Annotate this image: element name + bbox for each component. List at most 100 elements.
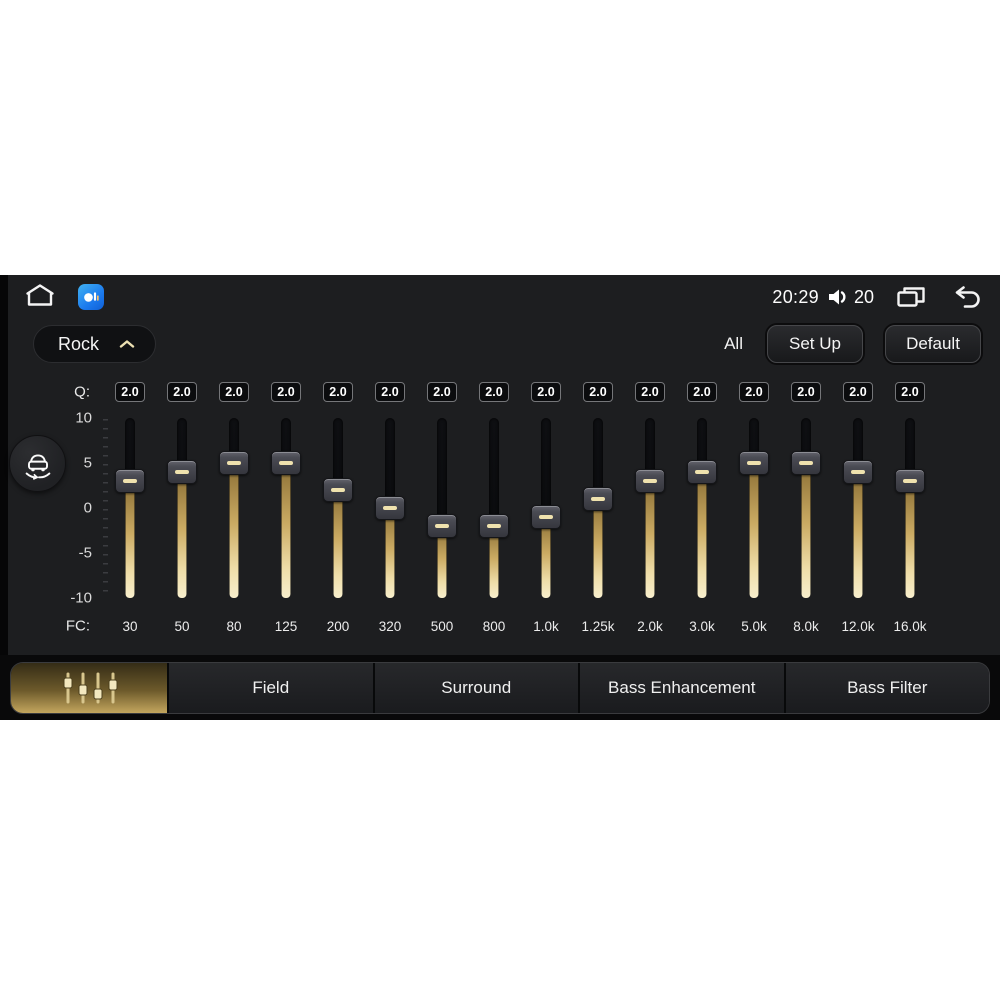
handle-dash bbox=[435, 524, 449, 528]
eq-band-slider[interactable] bbox=[323, 418, 353, 598]
q-value-box[interactable]: 2.0 bbox=[531, 382, 561, 402]
q-value-box[interactable]: 2.0 bbox=[479, 382, 509, 402]
handle-dash bbox=[175, 470, 189, 474]
q-value-box[interactable]: 2.0 bbox=[323, 382, 353, 402]
fc-frequency-label: 8.0k bbox=[793, 618, 819, 634]
eq-band-slider[interactable] bbox=[635, 418, 665, 598]
eq-band-slider[interactable] bbox=[895, 418, 925, 598]
eq-band-slider[interactable] bbox=[843, 418, 873, 598]
handle-dash bbox=[227, 461, 241, 465]
slider-handle[interactable] bbox=[531, 505, 561, 529]
handle-dash bbox=[331, 488, 345, 492]
status-bar: 20:29 20 bbox=[22, 282, 984, 312]
q-value-box[interactable]: 2.0 bbox=[427, 382, 457, 402]
q-value-box[interactable]: 2.0 bbox=[895, 382, 925, 402]
eq-band-slider[interactable] bbox=[583, 418, 613, 598]
slider-fill bbox=[905, 481, 915, 598]
car-sound-mode-button[interactable] bbox=[9, 435, 66, 492]
eq-band-slider[interactable] bbox=[739, 418, 769, 598]
eq-band-slider[interactable] bbox=[531, 418, 561, 598]
home-icon[interactable] bbox=[22, 282, 58, 313]
q-value-box[interactable]: 2.0 bbox=[739, 382, 769, 402]
slider-handle[interactable] bbox=[375, 496, 405, 520]
slider-handle[interactable] bbox=[687, 460, 717, 484]
q-value-box[interactable]: 2.0 bbox=[375, 382, 405, 402]
q-value-box[interactable]: 2.0 bbox=[791, 382, 821, 402]
set-up-button[interactable]: Set Up bbox=[767, 325, 863, 363]
q-value-box[interactable]: 2.0 bbox=[687, 382, 717, 402]
slider-fill bbox=[749, 463, 759, 598]
slider-handle[interactable] bbox=[271, 451, 301, 475]
eq-band-slider[interactable] bbox=[167, 418, 197, 598]
tab-field[interactable]: Field bbox=[167, 663, 373, 713]
handle-dash bbox=[383, 506, 397, 510]
q-value-box[interactable]: 2.0 bbox=[167, 382, 197, 402]
fc-frequency-label: 800 bbox=[482, 618, 506, 634]
slider-handle[interactable] bbox=[635, 469, 665, 493]
fc-frequency-label: 16.0k bbox=[893, 618, 927, 634]
status-bar-right: 20:29 20 bbox=[772, 284, 984, 310]
eq-band-slider[interactable] bbox=[115, 418, 145, 598]
default-button[interactable]: Default bbox=[885, 325, 981, 363]
music-app-icon[interactable] bbox=[78, 284, 104, 310]
slider-handle[interactable] bbox=[479, 514, 509, 538]
slider-handle[interactable] bbox=[895, 469, 925, 493]
back-icon[interactable] bbox=[952, 284, 984, 310]
gain-axis-label: 0 bbox=[83, 499, 92, 517]
slider-handle[interactable] bbox=[843, 460, 873, 484]
fc-frequency-label: 2.0k bbox=[637, 618, 663, 634]
slider-row: 10 5 0 -5 -10 bbox=[8, 410, 1000, 607]
gain-axis-label: 5 bbox=[83, 454, 92, 472]
fc-frequency-label: 5.0k bbox=[741, 618, 767, 634]
slider-handle[interactable] bbox=[115, 469, 145, 493]
q-value-box[interactable]: 2.0 bbox=[583, 382, 613, 402]
q-value-box[interactable]: 2.0 bbox=[219, 382, 249, 402]
volume-icon bbox=[826, 286, 850, 308]
tab-surround[interactable]: Surround bbox=[372, 663, 578, 713]
handle-dash bbox=[799, 461, 813, 465]
fc-row: FC: 30 50 80 125 200 320 500 800 1.0k 1.25k 2.0k 3.… bbox=[8, 613, 1000, 639]
tab-equalizer[interactable] bbox=[11, 663, 167, 713]
slider-handle[interactable] bbox=[323, 478, 353, 502]
handle-dash bbox=[903, 479, 917, 483]
slider-fill bbox=[125, 481, 135, 598]
fc-frequency-label: 320 bbox=[378, 618, 402, 634]
fc-frequency-label: 200 bbox=[326, 618, 350, 634]
q-value-box[interactable]: 2.0 bbox=[115, 382, 145, 402]
fc-frequency-label: 1.0k bbox=[533, 618, 559, 634]
all-label[interactable]: All bbox=[724, 334, 743, 354]
screen-frame-left bbox=[0, 275, 8, 720]
recent-apps-icon[interactable] bbox=[896, 285, 926, 309]
q-row-label: Q: bbox=[74, 383, 90, 401]
eq-sliders bbox=[104, 418, 936, 598]
eq-band-slider[interactable] bbox=[219, 418, 249, 598]
handle-dash bbox=[747, 461, 761, 465]
eq-band-slider[interactable] bbox=[375, 418, 405, 598]
slider-handle[interactable] bbox=[167, 460, 197, 484]
eq-band-slider[interactable] bbox=[791, 418, 821, 598]
status-bar-left bbox=[22, 282, 104, 313]
eq-band-slider[interactable] bbox=[427, 418, 457, 598]
slider-handle[interactable] bbox=[791, 451, 821, 475]
tab-bass-filter[interactable]: Bass Filter bbox=[783, 663, 989, 713]
q-value-box[interactable]: 2.0 bbox=[843, 382, 873, 402]
tab-bass-enhancement[interactable]: Bass Enhancement bbox=[578, 663, 784, 713]
preset-dropdown[interactable]: Rock bbox=[33, 325, 157, 363]
slider-fill bbox=[801, 463, 811, 598]
fc-frequency-label: 1.25k bbox=[581, 618, 615, 634]
handle-dash bbox=[851, 470, 865, 474]
slider-row-pad bbox=[936, 418, 1000, 598]
slider-fill bbox=[645, 481, 655, 598]
q-value-box[interactable]: 2.0 bbox=[635, 382, 665, 402]
eq-band-slider[interactable] bbox=[479, 418, 509, 598]
slider-handle[interactable] bbox=[219, 451, 249, 475]
slider-handle[interactable] bbox=[583, 487, 613, 511]
q-values: 2.0 2.0 2.0 2.0 2.0 2.0 2.0 2.0 2.0 2.0 2.0 2.0 2.0 2… bbox=[104, 379, 936, 405]
slider-fill bbox=[177, 472, 187, 598]
q-value-box[interactable]: 2.0 bbox=[271, 382, 301, 402]
eq-band-slider[interactable] bbox=[687, 418, 717, 598]
slider-handle[interactable] bbox=[739, 451, 769, 475]
eq-band-slider[interactable] bbox=[271, 418, 301, 598]
slider-handle[interactable] bbox=[427, 514, 457, 538]
handle-dash bbox=[539, 515, 553, 519]
